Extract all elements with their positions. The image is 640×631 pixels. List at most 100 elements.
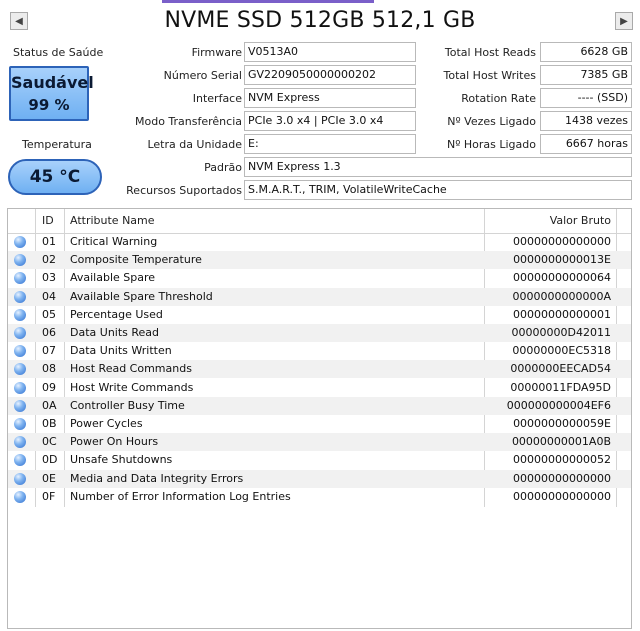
attribute-raw-value: 00000000000052 [513,453,611,467]
serial-label: Número Serial [163,69,242,82]
host-writes-field: 7385 GB [540,65,632,85]
attribute-id: 0A [42,398,57,412]
attribute-id: 0C [42,435,57,449]
features-label: Recursos Suportados [126,184,242,197]
firmware-field: V0513A0 [244,42,416,62]
attribute-id: 06 [42,326,56,339]
attribute-name: Critical Warning [70,235,158,248]
table-row[interactable]: 01 Critical Warning 00000000000000 [8,233,631,251]
interface-field: NVM Express [244,88,416,108]
attribute-name: Controller Busy Time [70,398,185,412]
health-percent: 99 % [28,96,70,114]
table-row[interactable]: 0C Power On Hours 00000000001A0B [8,433,631,452]
next-disk-button[interactable]: ▶ [615,12,633,30]
status-dot-icon [14,236,26,248]
table-row[interactable]: 05 Percentage Used 00000000000001 [8,306,631,324]
attribute-name: Composite Temperature [70,253,202,267]
attribute-name: Power Cycles [70,417,143,430]
status-dot-icon [14,436,26,449]
transfer-mode-field: PCIe 3.0 x4 | PCIe 3.0 x4 [244,111,416,131]
table-row[interactable]: 08 Host Read Commands 0000000EECAD54 [8,360,631,379]
status-dot-icon [14,290,26,303]
attribute-id: 04 [42,289,56,303]
host-reads-label: Total Host Reads [444,46,536,59]
health-status-text: Saudável [11,73,94,92]
column-header-id[interactable]: ID [42,214,54,227]
table-row[interactable]: 04 Available Spare Threshold 0000000000000… [8,287,631,306]
power-hours-field: 6667 horas [540,134,632,154]
attribute-name: Unsafe Shutdowns [70,453,173,467]
attribute-id: 0B [42,417,57,430]
attribute-id: 0F [42,489,56,503]
status-dot-icon [14,363,26,376]
attribute-id: 02 [42,253,56,267]
attribute-id: 09 [42,380,56,394]
status-dot-icon [14,327,26,339]
drive-letter-label: Letra da Unidade [147,138,242,151]
status-dot-icon [14,308,26,321]
table-row[interactable]: 0B Power Cycles 0000000000059E [8,415,631,433]
attribute-raw-value: 00000000000000 [513,471,611,485]
power-count-field: 1438 vezes [540,111,632,131]
attribute-raw-value: 00000000000001 [513,307,611,321]
attribute-name: Power On Hours [70,435,159,449]
status-dot-icon [14,381,26,394]
power-count-label: Nº Vezes Ligado [447,115,536,128]
standard-label: Padrão [204,161,242,174]
attribute-raw-value: 0000000000013E [513,253,611,267]
drive-letter-field: E: [244,134,416,154]
column-header-attribute-name[interactable]: Attribute Name [70,214,155,227]
attribute-raw-value: 0000000000000A [512,289,611,303]
table-row[interactable]: 02 Composite Temperature 0000000000013E [8,251,631,270]
attribute-name: Percentage Used [70,307,163,321]
table-row[interactable]: 0E Media and Data Integrity Errors 0000000… [8,469,631,488]
attribute-id: 07 [42,344,56,358]
host-reads-field: 6628 GB [540,42,632,62]
status-dot-icon [14,490,26,503]
status-dot-icon [14,454,26,467]
attribute-name: Available Spare [70,271,156,285]
interface-label: Interface [192,92,242,105]
temperature-label: Temperatura [22,138,92,151]
smart-attributes-table[interactable]: ID Attribute Name Valor Bruto 01 Critical… [7,208,632,629]
disk-title: NVME SSD 512GB 512,1 GB [164,8,476,33]
table-header: ID Attribute Name Valor Bruto [8,209,631,234]
attribute-name: Number of Error Information Log Entries [70,489,291,503]
table-row[interactable]: 06 Data Units Read 00000000D42011 [8,324,631,342]
table-row[interactable]: 07 Data Units Written 00000000EC5318 [8,342,631,360]
features-field: S.M.A.R.T., TRIM, VolatileWriteCache [244,180,632,200]
transfer-mode-label: Modo Transferência [134,115,242,128]
status-dot-icon [14,472,26,485]
health-status-badge[interactable]: Saudável 99 % [9,66,94,121]
attribute-raw-value: 000000000004EF6 [506,398,611,412]
status-dot-icon [14,418,26,430]
table-row[interactable]: 03 Available Spare 00000000000064 [8,269,631,287]
table-row[interactable]: 09 Host Write Commands 00000011FDA95D [8,379,631,397]
table-row[interactable]: 0F Number of Error Information Log Entrie… [8,488,631,506]
status-dot-icon [14,345,26,358]
attribute-raw-value: 00000000001A0B [511,435,611,449]
attribute-name: Media and Data Integrity Errors [70,471,244,485]
attribute-name: Data Units Written [70,344,172,358]
table-row[interactable]: 0D Unsafe Shutdowns 00000000000052 [8,451,631,469]
standard-field: NVM Express 1.3 [244,157,632,177]
attribute-id: 08 [42,362,56,376]
rotation-rate-field: ---- (SSD) [540,88,632,108]
attribute-raw-value: 00000011FDA95D [510,380,611,394]
host-writes-label: Total Host Writes [443,69,536,82]
table-row[interactable]: 0A Controller Busy Time 000000000004EF6 [8,396,631,415]
attribute-raw-value: 0000000000059E [513,417,611,430]
attribute-raw-value: 0000000EECAD54 [510,362,611,376]
firmware-label: Firmware [191,46,242,59]
health-label: Status de Saúde [13,46,104,59]
attribute-name: Data Units Read [70,326,160,339]
serial-field: GV2209050000000202 [244,65,416,85]
attribute-raw-value: 00000000000000 [513,489,611,503]
active-tab-indicator [162,0,374,3]
column-header-raw-value[interactable]: Valor Bruto [550,214,611,227]
status-dot-icon [14,254,26,267]
attribute-id: 05 [42,307,56,321]
attribute-raw-value: 00000000000000 [513,235,611,248]
temperature-badge[interactable]: 45 °C [8,159,102,195]
attribute-id: 01 [42,235,56,248]
